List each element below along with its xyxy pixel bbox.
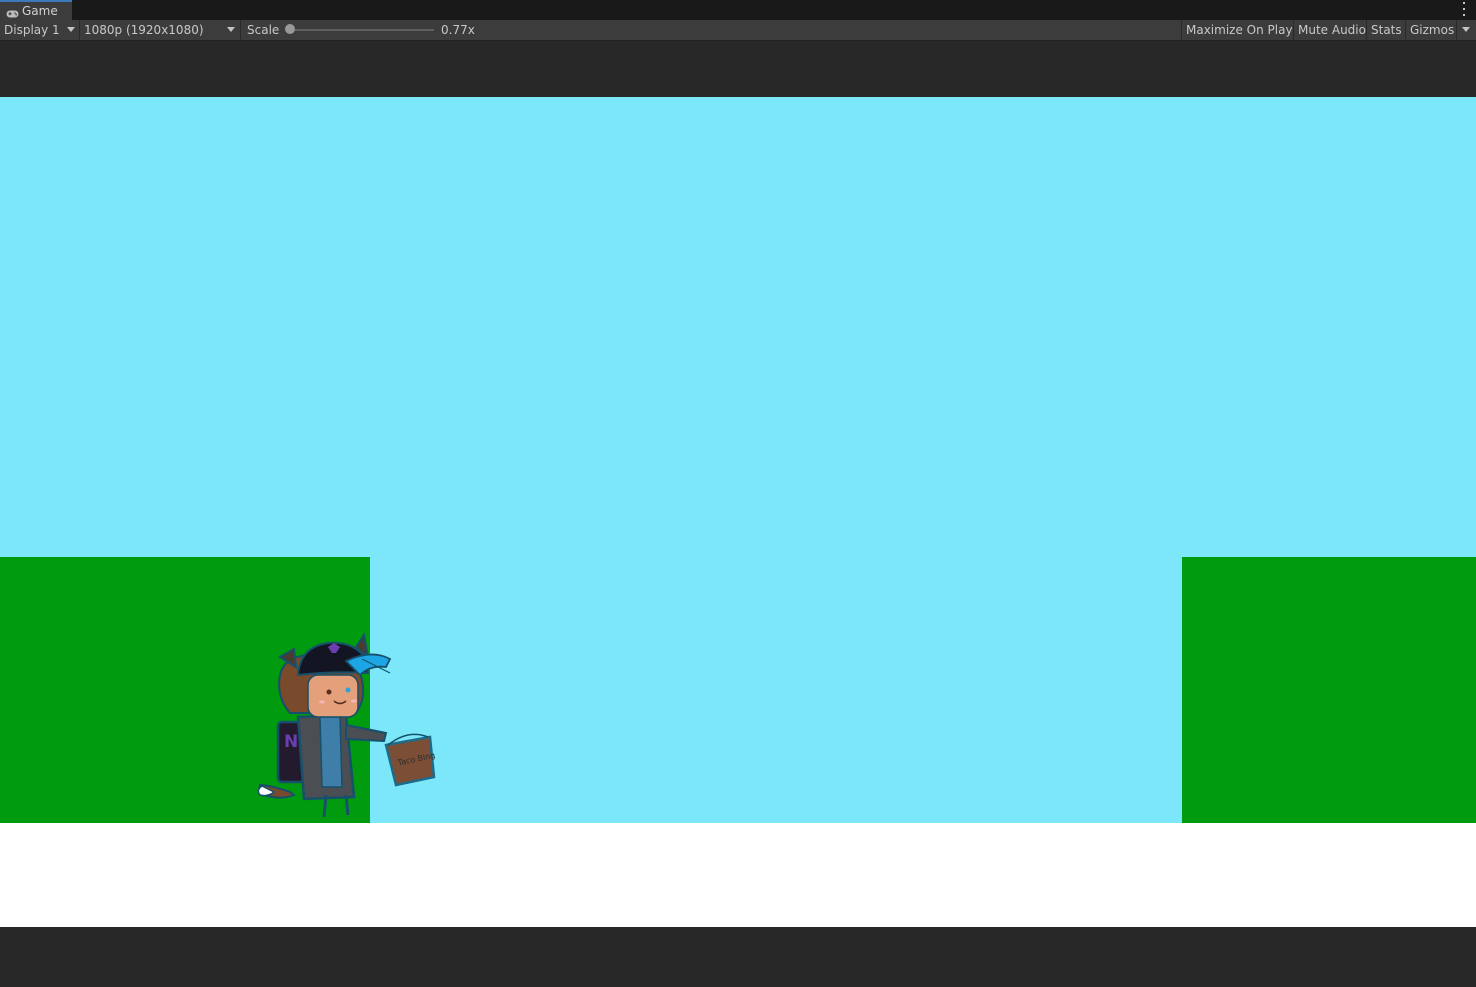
- display-dropdown[interactable]: Display 1: [4, 20, 60, 40]
- stats-label: Stats: [1371, 23, 1402, 37]
- resolution-dropdown[interactable]: 1080p (1920x1080): [84, 20, 204, 40]
- resolution-dropdown-label: 1080p (1920x1080): [84, 23, 204, 37]
- tab-label: Game: [22, 4, 58, 18]
- player-character: NE Taco Bing: [257, 632, 436, 818]
- game-toolbar: Display 1 1080p (1920x1080) Scale 0.77x …: [0, 20, 1476, 41]
- display-chevron-down-icon: [67, 27, 75, 32]
- taco-bag: Taco Bing: [384, 733, 436, 787]
- scale-label: Scale: [247, 20, 279, 40]
- resolution-chevron-down-icon: [227, 27, 235, 32]
- scale-slider-thumb[interactable]: [285, 24, 295, 34]
- display-dropdown-label: Display 1: [4, 23, 60, 37]
- maximize-on-play-label: Maximize On Play: [1186, 23, 1293, 37]
- gamepad-icon: [6, 7, 19, 18]
- gizmos-chevron-down-icon[interactable]: [1462, 27, 1470, 32]
- tab-bar: Game: [0, 0, 1476, 21]
- gizmos-label: Gizmos: [1410, 23, 1455, 37]
- mute-audio-toggle[interactable]: Mute Audio: [1298, 20, 1366, 40]
- game-viewport[interactable]: NE Taco Bing: [0, 41, 1476, 987]
- scale-value-text: 0.77x: [441, 23, 475, 37]
- floor: [0, 823, 1476, 927]
- scale-value: 0.77x: [441, 20, 475, 40]
- maximize-on-play-toggle[interactable]: Maximize On Play: [1186, 20, 1293, 40]
- tab-game[interactable]: Game: [0, 0, 72, 20]
- gizmos-toggle[interactable]: Gizmos: [1410, 20, 1454, 40]
- scale-slider-track[interactable]: [290, 29, 434, 31]
- scale-label-text: Scale: [247, 23, 280, 37]
- more-options-icon[interactable]: [1462, 2, 1466, 16]
- stats-toggle[interactable]: Stats: [1371, 20, 1402, 40]
- mute-audio-label: Mute Audio: [1298, 23, 1366, 37]
- game-render[interactable]: NE Taco Bing: [0, 97, 1476, 927]
- ground-platform-right: [1182, 557, 1476, 823]
